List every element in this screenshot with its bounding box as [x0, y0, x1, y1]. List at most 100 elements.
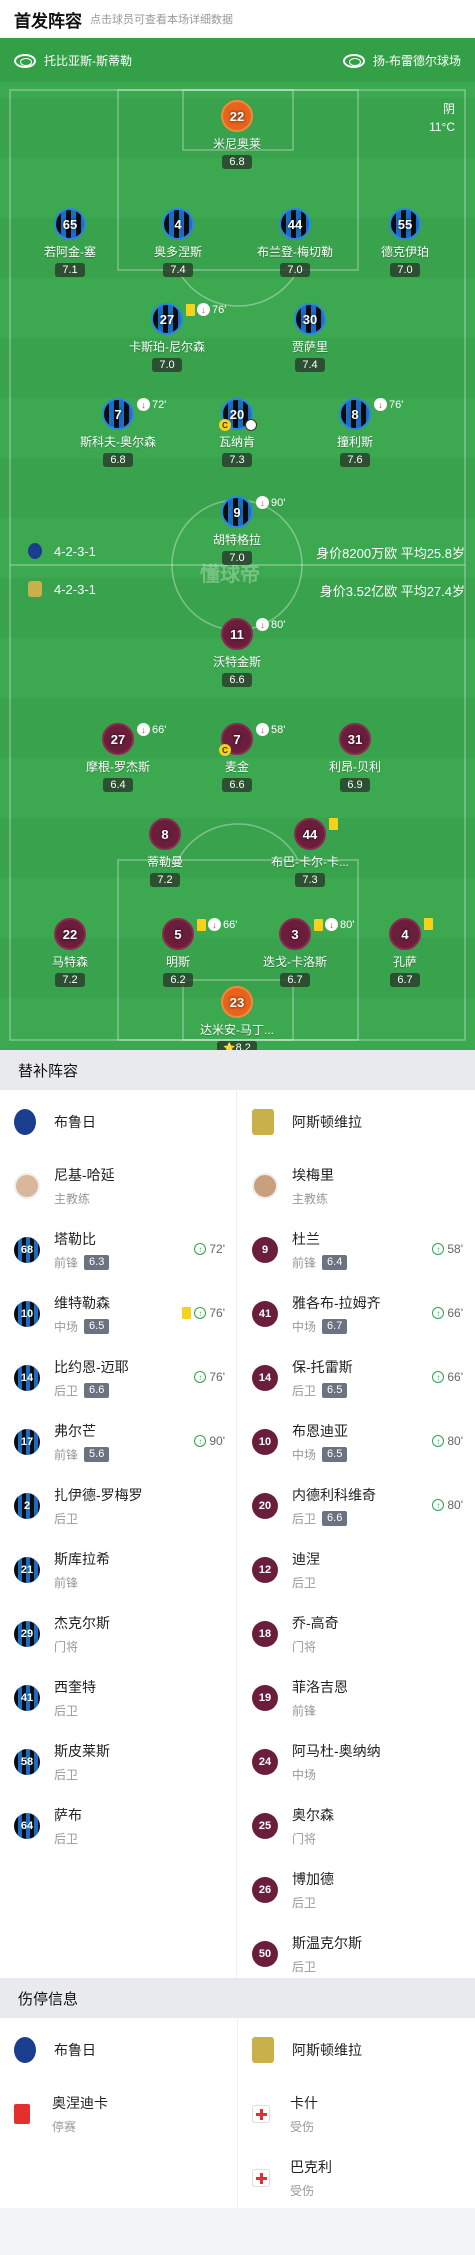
sub-player-info: 维特勒森 中场 6.5 — [54, 1293, 110, 1335]
sub-player-row[interactable]: 10 维特勒森 中场 6.5 ↑ 76' — [0, 1282, 237, 1346]
sub-player-row[interactable]: 41 雅各布-拉姆齐 中场 6.7 ↑ 66' — [238, 1282, 475, 1346]
player-marker[interactable]: 5 ↓ 66' 明斯 6.2 — [113, 918, 243, 988]
player-marker[interactable]: 11 ↓ 80' 沃特金斯 6.6 — [172, 618, 302, 688]
player-marker[interactable]: 7 C ↓ 58' 麦金 6.6 — [172, 723, 302, 793]
sub-player-position: 前锋 6.3 — [54, 1254, 110, 1271]
sub-player-info: 菲洛吉恩 前锋 — [292, 1677, 348, 1719]
sub-player-row[interactable]: 41 西奎特 后卫 — [0, 1666, 237, 1730]
player-name: 利昂-贝利 — [329, 760, 381, 774]
goal-ball-icon — [245, 419, 257, 431]
sub-player-row[interactable]: 58 斯皮莱斯 后卫 — [0, 1730, 237, 1794]
stadium-icon — [343, 53, 365, 68]
sub-player-position: 前锋 — [292, 1702, 348, 1719]
injury-row[interactable]: 卡什 受伤 — [238, 2082, 475, 2146]
coach-info: 埃梅里 主教练 — [292, 1165, 334, 1207]
sub-player-row[interactable]: 29 杰克尔斯 门将 — [0, 1602, 237, 1666]
sub-player-row[interactable]: 10 布恩迪亚 中场 6.5 ↑ 80' — [238, 1410, 475, 1474]
home-team-name: 布鲁日 — [54, 2042, 96, 2058]
sub-player-row[interactable]: 17 弗尔芒 前锋 5.6 ↑ 90' — [0, 1410, 237, 1474]
sub-player-row[interactable]: 18 乔-高奇 门将 — [238, 1602, 475, 1666]
player-marker[interactable]: 4 孔萨 6.7 — [340, 918, 470, 988]
jersey-icon: 10 — [252, 1429, 278, 1455]
sub-minute: 90' — [271, 496, 286, 509]
away-formation: 4-2-3-1 — [28, 581, 96, 597]
player-marker[interactable]: 27 ↓ 76' 卡斯珀-尼尔森 7.0 — [102, 303, 232, 373]
sub-player-row[interactable]: 14 比约恩-迈耶 后卫 6.6 ↑ 76' — [0, 1346, 237, 1410]
player-marker[interactable]: 44 布巴-卡尔-卡... 7.3 — [245, 818, 375, 888]
sub-player-info: 保-托雷斯 后卫 6.5 — [292, 1357, 353, 1399]
position-label: 前锋 — [54, 1448, 79, 1462]
sub-player-row[interactable]: 24 阿马杜-奥纳纳 中场 — [238, 1730, 475, 1794]
sub-event: ↑ 58' — [432, 1242, 463, 1256]
jersey-icon: 22 — [221, 100, 253, 132]
position-label: 前锋 — [292, 1704, 317, 1718]
rating-value: 7.0 — [159, 359, 175, 371]
sub-player-info: 雅各布-拉姆齐 中场 6.7 — [292, 1293, 381, 1335]
player-marker[interactable]: 9 ↓ 90' 胡特格拉 7.0 — [172, 496, 302, 566]
sub-event: ↑ 72' — [194, 1242, 225, 1256]
sub-player-position: 门将 — [292, 1638, 339, 1655]
yellow-card-icon — [182, 1307, 192, 1319]
player-events: ↓ 76' — [186, 303, 226, 316]
sub-player-name: 斯库拉希 — [54, 1551, 110, 1567]
player-marker[interactable]: 4 奥多涅斯 7.4 — [113, 208, 243, 278]
sub-player-row[interactable]: 21 斯库拉希 前锋 — [0, 1538, 237, 1602]
home-coach-row[interactable]: 尼基-哈延 主教练 — [0, 1154, 237, 1218]
sub-player-row[interactable]: 12 迪涅 后卫 — [238, 1538, 475, 1602]
player-name: 蒂勒曼 — [146, 855, 183, 869]
player-rating: 6.7 — [280, 973, 310, 987]
player-marker[interactable]: 30 贾萨里 7.4 — [245, 303, 375, 373]
sub-player-row[interactable]: 19 菲洛吉恩 前锋 — [238, 1666, 475, 1730]
away-subs-column: 阿斯顿维拉 埃梅里 主教练 9 杜兰 前锋 6.4 ↑ 58' 41 雅各布-拉姆齐 中场 6.7… — [238, 1090, 475, 1978]
player-marker[interactable]: 20 C 瓦纳肯 7.3 — [172, 398, 302, 468]
sub-player-name: 杜兰 — [292, 1231, 320, 1247]
injury-row[interactable]: 奥涅迪卡 停赛 — [0, 2082, 237, 2146]
position-label: 前锋 — [292, 1256, 317, 1270]
sub-player-name: 布恩迪亚 — [292, 1423, 348, 1439]
sub-player-row[interactable]: 25 奥尔森 门将 — [238, 1794, 475, 1858]
sub-minute: 58' — [271, 723, 286, 736]
player-marker[interactable]: 22 米尼奥莱 6.8 — [172, 100, 302, 170]
injury-row[interactable]: 巴克利 受伤 — [238, 2146, 475, 2210]
position-label: 后卫 — [54, 1832, 79, 1846]
jersey-icon: 41 — [252, 1301, 278, 1327]
sub-player-row[interactable]: 20 内德利科维奇 后卫 6.6 ↑ 80' — [238, 1474, 475, 1538]
away-team-row[interactable]: 阿斯顿维拉 — [238, 2018, 475, 2082]
player-rating: 6.6 — [222, 673, 252, 687]
sub-player-position: 后卫 — [54, 1510, 143, 1527]
player-marker[interactable]: 55 德克伊珀 7.0 — [340, 208, 470, 278]
away-team-row[interactable]: 阿斯顿维拉 — [238, 1090, 475, 1154]
player-rating: 7.0 — [390, 263, 420, 277]
yellow-card-icon — [329, 818, 338, 830]
sub-player-row[interactable]: 14 保-托雷斯 后卫 6.5 ↑ 66' — [238, 1346, 475, 1410]
player-marker[interactable]: 8 ↓ 76' 撞利斯 7.6 — [290, 398, 420, 468]
home-team-row[interactable]: 布鲁日 — [0, 2018, 237, 2082]
sub-player-row[interactable]: 26 博加德 后卫 — [238, 1858, 475, 1922]
sub-player-row[interactable]: 2 扎伊德-罗梅罗 后卫 — [0, 1474, 237, 1538]
player-marker[interactable]: 7 ↓ 72' 斯科夫-奥尔森 6.8 — [53, 398, 183, 468]
player-name: 奥多涅斯 — [153, 245, 202, 259]
player-rating: ⭐8.2 — [217, 1041, 257, 1050]
sub-player-row[interactable]: 68 塔勒比 前锋 6.3 ↑ 72' — [0, 1218, 237, 1282]
sub-off-icon: ↓ — [256, 723, 269, 736]
jersey-number: 4 — [401, 926, 409, 942]
player-marker[interactable]: 23 达米安-马丁... ⭐8.2 — [172, 986, 302, 1050]
pitch: 托比亚斯-斯蒂勒 扬-布雷德尔球场 阴 11°C 懂球帝 4-2-3-1 身价8… — [0, 38, 475, 1050]
injury-icon — [252, 2105, 270, 2123]
away-coach-row[interactable]: 埃梅里 主教练 — [238, 1154, 475, 1218]
player-events: ↓ 58' — [256, 723, 285, 736]
player-name: 米尼奥莱 — [212, 137, 261, 151]
sub-player-position: 后卫 6.5 — [292, 1382, 353, 1399]
sub-player-row[interactable]: 64 萨布 后卫 — [0, 1794, 237, 1858]
player-marker[interactable]: 27 ↓ 66' 摩根-罗杰斯 6.4 — [53, 723, 183, 793]
player-marker[interactable]: 8 蒂勒曼 7.2 — [100, 818, 230, 888]
lineup-header: 首发阵容 点击球员可查看本场详细数据 — [0, 0, 475, 38]
player-marker[interactable]: 31 利昂-贝利 6.9 — [290, 723, 420, 793]
sub-player-row[interactable]: 9 杜兰 前锋 6.4 ↑ 58' — [238, 1218, 475, 1282]
jersey-icon: 26 — [252, 1877, 278, 1903]
jersey-icon: 44 — [294, 818, 326, 850]
sub-player-row[interactable]: 50 斯温克尔斯 后卫 — [238, 1922, 475, 1986]
position-label: 后卫 — [54, 1384, 79, 1398]
player-rating: 7.0 — [222, 551, 252, 565]
home-team-row[interactable]: 布鲁日 — [0, 1090, 237, 1154]
